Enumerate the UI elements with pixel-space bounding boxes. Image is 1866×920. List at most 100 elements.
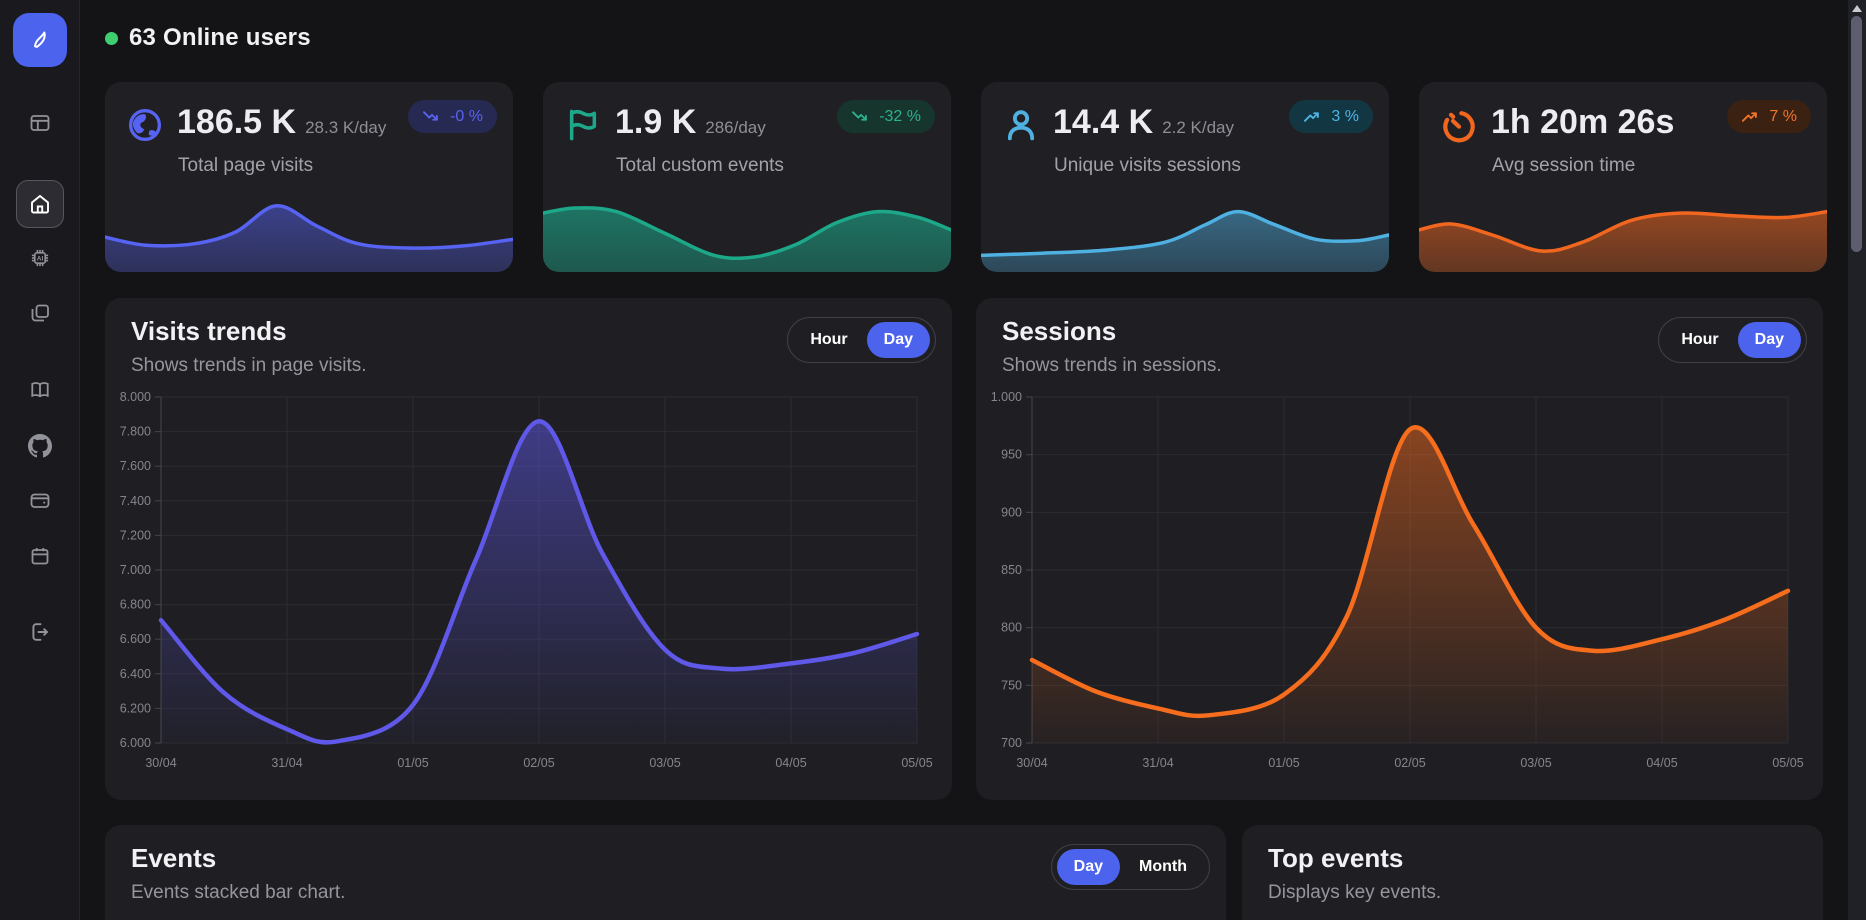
svg-text:AI: AI bbox=[37, 255, 44, 262]
y-tick-label: 750 bbox=[1001, 678, 1022, 692]
y-tick-label: 850 bbox=[1001, 563, 1022, 577]
stat-card-page-visits: 186.5 K28.3 K/day Total page visits -0 % bbox=[105, 82, 513, 272]
toggle-month[interactable]: Month bbox=[1122, 849, 1204, 885]
top-events-card: Top events Displays key events. bbox=[1242, 825, 1823, 920]
y-tick-label: 6.200 bbox=[120, 701, 151, 715]
x-tick-label: 03/05 bbox=[1520, 756, 1551, 770]
stat-value-text: 14.4 K bbox=[1053, 103, 1153, 141]
timer-icon bbox=[1439, 105, 1479, 145]
funnel-logo-icon bbox=[25, 25, 55, 55]
toggle-hour[interactable]: Hour bbox=[1664, 322, 1735, 358]
y-tick-label: 6.400 bbox=[120, 667, 151, 681]
badge-text: 3 % bbox=[1331, 108, 1359, 126]
logout-icon bbox=[28, 620, 52, 644]
scroll-up-arrow[interactable] bbox=[1852, 5, 1862, 12]
chart-title: Sessions bbox=[1002, 316, 1116, 347]
visits-trends-card: Visits trends Shows trends in page visit… bbox=[105, 298, 952, 800]
sidebar-item-docs[interactable] bbox=[16, 366, 64, 414]
badge-text: 7 % bbox=[1769, 108, 1797, 126]
stat-value-text: 1h 20m 26s bbox=[1491, 103, 1674, 141]
y-tick-label: 700 bbox=[1001, 736, 1022, 750]
y-tick-label: 7.800 bbox=[120, 425, 151, 439]
x-tick-label: 30/04 bbox=[145, 756, 176, 770]
x-tick-label: 04/05 bbox=[1646, 756, 1677, 770]
wallet-icon bbox=[28, 488, 52, 512]
x-tick-label: 30/04 bbox=[1016, 756, 1047, 770]
events-card: Events Events stacked bar chart. Day Mon… bbox=[105, 825, 1226, 920]
stat-value: 14.4 K2.2 K/day bbox=[1053, 103, 1234, 142]
sparkline-chart bbox=[543, 192, 951, 272]
toggle-day[interactable]: Day bbox=[1057, 849, 1120, 885]
badge-text: -0 % bbox=[450, 108, 483, 126]
github-icon bbox=[28, 434, 52, 458]
x-tick-label: 31/04 bbox=[1142, 756, 1173, 770]
chart-area-fill bbox=[1032, 427, 1788, 743]
toggle-day[interactable]: Day bbox=[1738, 322, 1801, 358]
stat-card-custom-events: 1.9 K286/day Total custom events -32 % bbox=[543, 82, 951, 272]
trend-up-icon bbox=[1303, 110, 1322, 123]
sparkline-chart bbox=[1419, 192, 1827, 272]
sparkline-fill bbox=[543, 208, 951, 272]
x-tick-label: 04/05 bbox=[775, 756, 806, 770]
y-tick-label: 7.400 bbox=[120, 494, 151, 508]
app-logo[interactable] bbox=[13, 13, 67, 67]
main-content: 63 Online users 186.5 K28.3 K/day Total … bbox=[80, 0, 1848, 920]
stat-rate: 286/day bbox=[705, 118, 766, 137]
sidebar-item-home[interactable] bbox=[16, 180, 64, 228]
y-tick-label: 8.000 bbox=[120, 390, 151, 404]
ai-chip-icon: AI bbox=[28, 246, 52, 270]
sidebar-item-logout[interactable] bbox=[16, 608, 64, 656]
hour-day-toggle: Hour Day bbox=[1658, 317, 1807, 363]
scrollbar-thumb[interactable] bbox=[1851, 16, 1862, 252]
hour-day-toggle: Hour Day bbox=[787, 317, 936, 363]
online-users: 63 Online users bbox=[105, 24, 311, 52]
chart-subtitle: Shows trends in sessions. bbox=[1002, 355, 1222, 377]
calendar-icon bbox=[28, 544, 52, 568]
y-tick-label: 6.600 bbox=[120, 632, 151, 646]
events-subtitle: Events stacked bar chart. bbox=[131, 882, 345, 904]
x-tick-label: 01/05 bbox=[397, 756, 428, 770]
events-title: Events bbox=[131, 843, 216, 874]
copy-icon bbox=[28, 301, 52, 325]
x-tick-label: 03/05 bbox=[649, 756, 680, 770]
sidebar-item-panels[interactable] bbox=[16, 99, 64, 147]
y-tick-label: 800 bbox=[1001, 621, 1022, 635]
line-chart[interactable]: 30/0431/0401/0502/0503/0504/0505/051.000… bbox=[976, 382, 1823, 790]
toggle-day[interactable]: Day bbox=[867, 322, 930, 358]
chart-subtitle: Shows trends in page visits. bbox=[131, 355, 367, 377]
stat-value-text: 186.5 K bbox=[177, 103, 296, 141]
stat-value-text: 1.9 K bbox=[615, 103, 696, 141]
stat-value: 1.9 K 286/day bbox=[615, 103, 766, 142]
y-tick-label: 6.800 bbox=[120, 598, 151, 612]
stat-card-unique-sessions: 14.4 K2.2 K/day Unique visits sessions 3… bbox=[981, 82, 1389, 272]
y-tick-label: 7.000 bbox=[120, 563, 151, 577]
trend-badge: 7 % bbox=[1727, 100, 1811, 133]
x-tick-label: 05/05 bbox=[1772, 756, 1803, 770]
toggle-hour[interactable]: Hour bbox=[793, 322, 864, 358]
y-tick-label: 7.200 bbox=[120, 528, 151, 542]
flag-icon bbox=[563, 105, 603, 145]
sidebar: AI bbox=[0, 0, 80, 920]
sidebar-item-copy[interactable] bbox=[16, 289, 64, 337]
panels-icon bbox=[28, 111, 52, 135]
sidebar-item-github[interactable] bbox=[16, 422, 64, 470]
sidebar-item-calendar[interactable] bbox=[16, 532, 64, 580]
trend-down-icon bbox=[851, 110, 870, 123]
stat-card-avg-session: 1h 20m 26s Avg session time 7 % bbox=[1419, 82, 1827, 272]
top-events-title: Top events bbox=[1268, 843, 1403, 874]
chart-title: Visits trends bbox=[131, 316, 287, 347]
scrollbar[interactable] bbox=[1848, 0, 1866, 920]
sidebar-item-wallet[interactable] bbox=[16, 476, 64, 524]
trend-badge: 3 % bbox=[1289, 100, 1373, 133]
badge-text: -32 % bbox=[879, 108, 921, 126]
x-tick-label: 31/04 bbox=[271, 756, 302, 770]
x-tick-label: 01/05 bbox=[1268, 756, 1299, 770]
trend-badge: -32 % bbox=[837, 100, 935, 133]
top-events-subtitle: Displays key events. bbox=[1268, 882, 1441, 904]
online-users-label: 63 Online users bbox=[129, 24, 311, 52]
sidebar-item-ai[interactable]: AI bbox=[16, 234, 64, 282]
line-chart[interactable]: 30/0431/0401/0502/0503/0504/0505/058.000… bbox=[105, 382, 952, 790]
sparkline-fill bbox=[105, 206, 513, 272]
trend-up-icon bbox=[1741, 110, 1760, 123]
y-tick-label: 7.600 bbox=[120, 459, 151, 473]
